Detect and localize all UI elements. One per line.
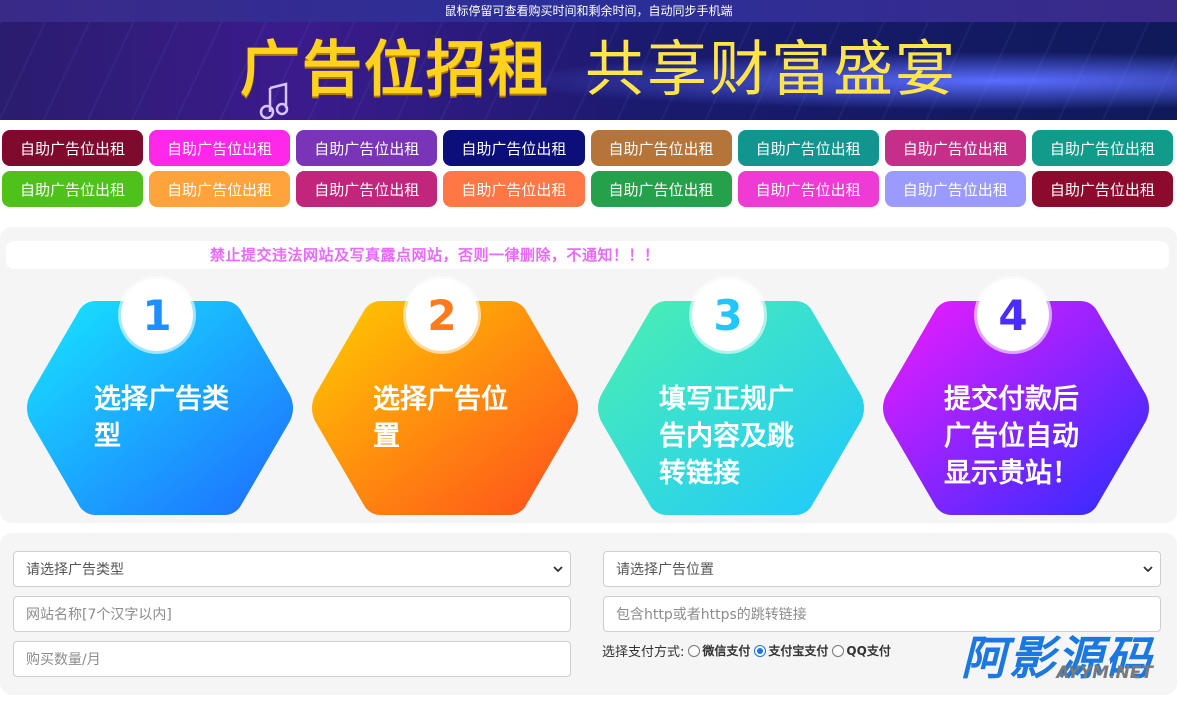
order-form: 请选择广告类型 请选择广告位置 网站名称[7个汉字以内] 包含http或者htt… bbox=[0, 533, 1177, 695]
site-name-input[interactable]: 网站名称[7个汉字以内] bbox=[13, 596, 571, 632]
step-label: 填写正规广告内容及跳转链接 bbox=[659, 381, 819, 492]
step-line: 型 bbox=[94, 421, 121, 452]
payment-options: 选择支付方式: 微信支付 支付宝支付 QQ支付 bbox=[602, 641, 891, 660]
ad-type-select-value: 请选择广告类型 bbox=[26, 562, 124, 578]
ad-slot-grid: 自助广告位出租 自助广告位出租 自助广告位出租 自助广告位出租 自助广告位出租 自助广告位… bbox=[0, 120, 1177, 213]
quantity-input[interactable]: 购买数量/月 bbox=[13, 641, 571, 677]
ad-slot-button[interactable]: 自助广告位出租 bbox=[1031, 130, 1173, 166]
ad-slot-button[interactable]: 自助广告位出租 bbox=[296, 130, 438, 166]
link-placeholder: 包含http或者https的跳转链接 bbox=[616, 607, 807, 623]
step-line: 告内容及跳 bbox=[659, 421, 794, 452]
ad-slot-button[interactable]: 自助广告位出租 bbox=[737, 130, 879, 166]
notice-bar: 禁止提交违法网站及写真露点网站，否则一律删除，不通知！！！ bbox=[6, 241, 1169, 269]
step-line: 广告位自动 bbox=[944, 421, 1079, 452]
pay-option-alipay[interactable]: 支付宝支付 bbox=[768, 642, 828, 659]
step-line: 转链接 bbox=[659, 458, 740, 489]
ad-position-select[interactable]: 请选择广告位置 bbox=[603, 551, 1161, 587]
banner-right-text: 共享财富盛宴 bbox=[585, 35, 957, 105]
quantity-placeholder: 购买数量/月 bbox=[26, 652, 101, 668]
step-line: 提交付款后 bbox=[944, 384, 1079, 415]
ad-type-select[interactable]: 请选择广告类型 bbox=[13, 551, 571, 587]
ad-slot-button[interactable]: 自助广告位出租 bbox=[443, 130, 585, 166]
ad-slot-button[interactable]: 自助广告位出租 bbox=[1031, 171, 1173, 207]
step-label: 选择广告类型 bbox=[94, 381, 254, 455]
link-input[interactable]: 包含http或者https的跳转链接 bbox=[603, 596, 1161, 632]
step-line: 选择广告位 bbox=[373, 384, 508, 415]
pay-option-qq[interactable]: QQ支付 bbox=[846, 642, 890, 659]
pay-option-wechat[interactable]: 微信支付 bbox=[702, 642, 750, 659]
step-line: 置 bbox=[373, 421, 400, 452]
step-number-badge: 4 bbox=[977, 279, 1049, 351]
banner-left-text: 广告位招租 bbox=[240, 35, 550, 105]
step-number-badge: 2 bbox=[406, 279, 478, 351]
ad-slot-button[interactable]: 自助广告位出租 bbox=[590, 171, 732, 207]
pay-label: 选择支付方式: bbox=[602, 645, 685, 660]
watermark-logo: 阿影源码 AYYM.NET bbox=[961, 633, 1153, 683]
watermark-en: AYYM.NET bbox=[1056, 663, 1153, 683]
top-notice-text: 鼠标停留可查看购买时间和剩余时间，自动同步手机端 bbox=[444, 4, 733, 18]
steps-section: 禁止提交违法网站及写真露点网站，否则一律删除，不通知！！！ 选择广告类型 1 选择广… bbox=[0, 227, 1177, 523]
step-label: 选择广告位置 bbox=[373, 381, 533, 455]
ad-slot-button[interactable]: 自助广告位出租 bbox=[2, 171, 144, 207]
chevron-down-icon bbox=[553, 566, 563, 573]
step-line: 填写正规广 bbox=[659, 384, 794, 415]
chevron-down-icon bbox=[1143, 566, 1153, 573]
step-label: 提交付款后广告位自动显示贵站！ bbox=[944, 381, 1104, 492]
step-number-badge: 1 bbox=[121, 279, 193, 351]
top-notice-bar: 鼠标停留可查看购买时间和剩余时间，自动同步手机端 bbox=[0, 0, 1177, 22]
ad-banner[interactable]: 广告位招租 共享财富盛宴 bbox=[0, 22, 1177, 120]
ad-slot-button[interactable]: 自助广告位出租 bbox=[149, 130, 291, 166]
ad-slot-button[interactable]: 自助广告位出租 bbox=[296, 171, 438, 207]
step-number-badge: 3 bbox=[692, 279, 764, 351]
ad-slot-button[interactable]: 自助广告位出租 bbox=[884, 130, 1026, 166]
pay-radio-alipay[interactable] bbox=[754, 644, 767, 657]
site-name-placeholder: 网站名称[7个汉字以内] bbox=[26, 607, 172, 623]
step-line: 显示贵站！ bbox=[944, 458, 1079, 489]
pay-radio-wechat[interactable] bbox=[688, 644, 701, 657]
pay-radio-qq[interactable] bbox=[832, 644, 845, 657]
notice-text: 禁止提交违法网站及写真露点网站，否则一律删除，不通知！！！ bbox=[210, 246, 660, 264]
ad-slot-button[interactable]: 自助广告位出租 bbox=[737, 171, 879, 207]
ad-position-select-value: 请选择广告位置 bbox=[616, 562, 714, 578]
ad-slot-button[interactable]: 自助广告位出租 bbox=[2, 130, 144, 166]
ad-slot-button[interactable]: 自助广告位出租 bbox=[884, 171, 1026, 207]
step-line: 选择广告类 bbox=[94, 384, 229, 415]
ad-slot-button[interactable]: 自助广告位出租 bbox=[149, 171, 291, 207]
ad-slot-button[interactable]: 自助广告位出租 bbox=[443, 171, 585, 207]
ad-slot-button[interactable]: 自助广告位出租 bbox=[590, 130, 732, 166]
